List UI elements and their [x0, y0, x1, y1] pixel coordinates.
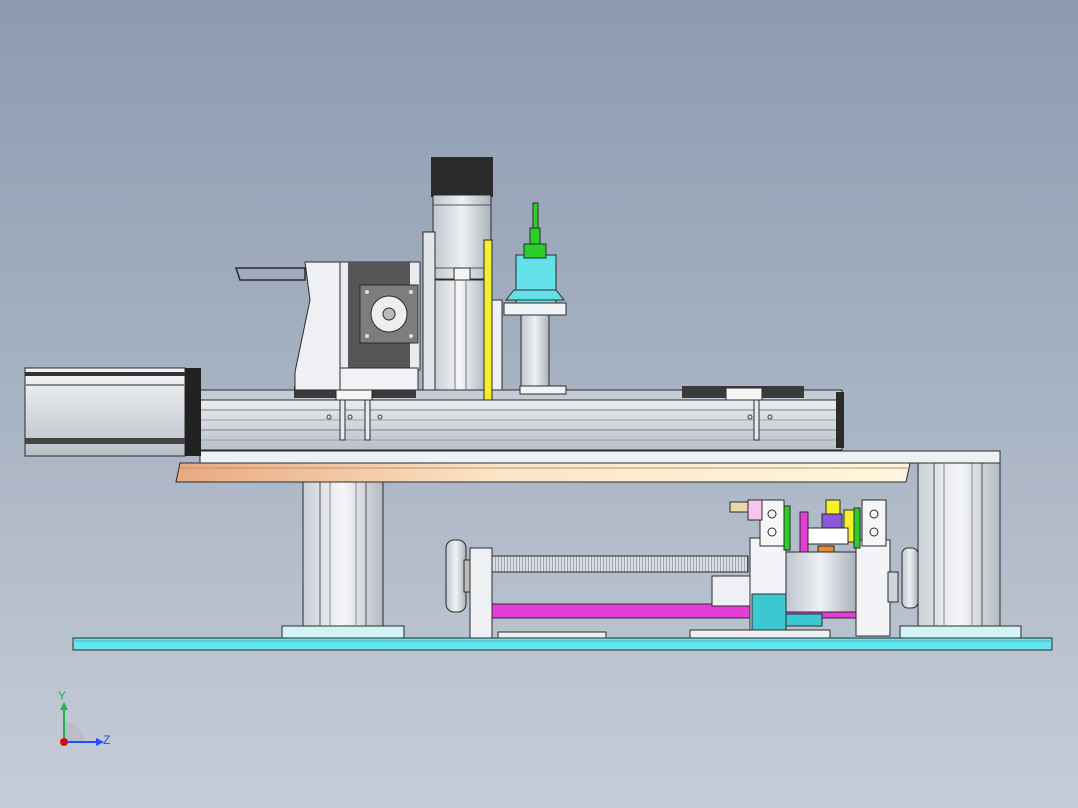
left-servo-motor[interactable]: [24, 367, 201, 457]
triad-y-label: Y: [58, 689, 66, 703]
left-support-pillar[interactable]: [281, 481, 405, 639]
cyan-cylinder-assembly[interactable]: [503, 202, 567, 395]
vertical-axis-module[interactable]: [422, 157, 503, 401]
cad-viewport[interactable]: Y Z: [0, 0, 1078, 808]
base-plate[interactable]: [72, 637, 1053, 651]
support-plate[interactable]: [175, 450, 1001, 483]
right-support-pillar[interactable]: [899, 461, 1022, 639]
triad-z-label: Z: [103, 733, 110, 747]
lower-ballscrew-assembly[interactable]: [445, 499, 899, 639]
coordinate-triad: Y Z: [58, 689, 110, 747]
linear-rail[interactable]: [199, 386, 844, 451]
left-bracket-assembly[interactable]: [234, 261, 421, 391]
